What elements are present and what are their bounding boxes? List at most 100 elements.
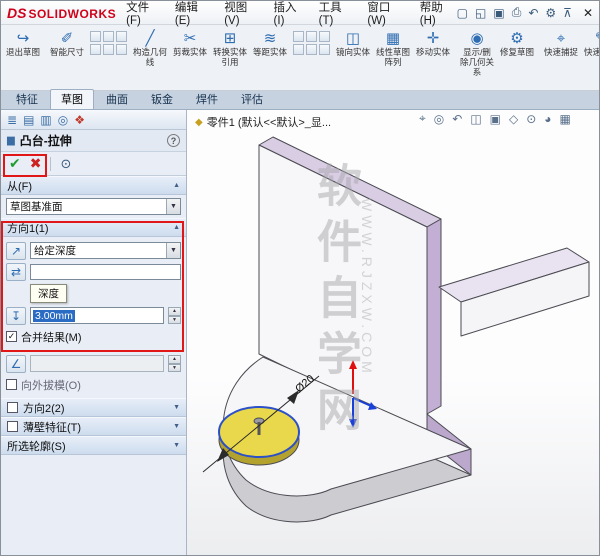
display-style-icon[interactable]: ◇ [509,112,518,126]
construction-geometry-button[interactable]: ╱ 构造几何线 [131,27,169,88]
spin-up-icon[interactable]: ▲ [168,355,181,364]
draft-outward-checkbox[interactable] [6,379,17,390]
end-condition-select[interactable]: 给定深度 ▼ [30,242,181,259]
ok-button[interactable]: ✔ [9,155,21,172]
tab-features[interactable]: 特征 [5,89,49,109]
view-orientation-icon[interactable]: ▣ [490,112,501,126]
menu-item-view[interactable]: 视图(V) [224,1,260,27]
sketch-tool-icon[interactable] [319,31,330,42]
direction2-checkbox[interactable] [7,402,18,413]
thin-feature-section-header[interactable]: 薄壁特征(T) ▼ [1,417,186,436]
sketch-tool-icon[interactable] [293,44,304,55]
spin-down-icon[interactable]: ▼ [168,363,181,372]
direction1-section-body: ↗ 给定深度 ▼ ⇄ 深度 ↧ 3.00mm ▲ ▼ ✓ 合并结果(M) [1,237,186,350]
linear-sketch-pattern-button[interactable]: ▦ 线性草图阵列 [374,27,412,88]
help-icon[interactable]: ? [167,134,180,147]
chevron-down-icon[interactable]: ▼ [166,199,180,214]
merge-result-checkbox[interactable]: ✓ [6,331,17,342]
exit-sketch-button[interactable]: ↪ 退出草图 [4,27,42,88]
chevron-down-icon: ▼ [173,404,180,411]
sketch-tool-icon[interactable] [319,44,330,55]
smart-dimension-button[interactable]: ✐ 智能尺寸 [48,27,86,88]
menu-item-help[interactable]: 帮助(H) [420,1,457,27]
direction2-section-header[interactable]: 方向2(2) ▼ [1,398,186,417]
move-entities-button[interactable]: ✛ 移动实体 [414,27,452,88]
menu-item-window[interactable]: 窗口(W) [367,1,406,27]
draft-icon[interactable]: ∠ [6,354,26,373]
direction1-section-header[interactable]: 方向1(1) ▲ [1,218,186,237]
from-section-header[interactable]: 从(F) ▲ [1,176,186,195]
zoom-fit-icon[interactable]: ⌖ [419,111,426,126]
open-icon[interactable]: ◱ [475,6,486,20]
offset-entities-button[interactable]: ≋ 等距实体 [251,27,289,88]
zoom-area-icon[interactable]: ◎ [434,112,444,126]
sketch-tool-icon[interactable] [306,44,317,55]
close-icon[interactable]: ✕ [583,6,593,20]
draft-outward-label: 向外拔模(O) [21,379,81,392]
selected-contours-section-header[interactable]: 所选轮廓(S) ▼ [1,436,186,455]
graphics-area[interactable]: Ø20 软件自学网 WWW.RJZXW.COM ⌖ ◎ ↶ ◫ ▣ ◇ ⊙ ◕ … [187,110,599,556]
menu-item-edit[interactable]: 编辑(E) [175,1,211,27]
tab-surfaces[interactable]: 曲面 [95,89,139,109]
reverse-direction-icon[interactable]: ⇄ [6,262,26,281]
previous-view-icon[interactable]: ↶ [452,112,462,126]
titlebar: DS SOLIDWORKS 文件(F) 编辑(E) 视图(V) 插入(I) 工具… [1,1,599,27]
tab-weldments[interactable]: 焊件 [185,89,229,109]
pin-icon[interactable]: ⊼ [563,6,572,20]
cancel-button[interactable]: ✖ [30,155,42,172]
repair-sketch-button[interactable]: ⚙ 修复草图 [498,27,536,88]
tab-sheet-metal[interactable]: 钣金 [140,89,184,109]
plate-right-face[interactable] [426,218,442,415]
configuration-tab-icon[interactable]: ▥ [40,113,51,127]
appearances-tab-icon[interactable]: ❖ [74,113,85,127]
appearance-icon[interactable]: ◕ [544,112,551,126]
dimxpert-tab-icon[interactable]: ◎ [58,113,68,127]
commandmanager-tabs: 特征 草图 曲面 钣金 焊件 评估 [1,89,599,110]
options-gear-icon[interactable]: ⚙ [545,6,556,20]
rapid-sketch-button[interactable]: ✎ 快速草图 [582,27,599,88]
menu-item-tools[interactable]: 工具(T) [319,1,355,27]
sketch-entities-grid [88,27,129,88]
featuremanager-tab-icon[interactable]: ≣ [7,113,17,127]
depth-input[interactable]: 3.00mm [30,307,164,324]
direction-arrow-icon[interactable]: ↗ [6,241,26,260]
spin-up-icon[interactable]: ▲ [168,307,181,316]
start-condition-select[interactable]: 草图基准面 ▼ [6,198,181,215]
sketch-entity-icon[interactable] [90,44,101,55]
sketch-tool-icon[interactable] [293,31,304,42]
sketch-entity-icon[interactable] [90,31,101,42]
flyout-tree-item[interactable]: ◆ 零件1 (默认<<默认>_显... [195,114,331,130]
sketch-entity-icon[interactable] [116,31,127,42]
menu-item-insert[interactable]: 插入(I) [274,1,306,27]
spin-down-icon[interactable]: ▼ [168,315,181,324]
quick-snaps-icon: ⌖ [556,30,566,47]
undo-icon[interactable]: ↶ [528,6,538,20]
propertymanager-tab-icon[interactable]: ▤ [23,113,34,127]
mirror-entities-button[interactable]: ◫ 镜向实体 [334,27,372,88]
direction-reference-box[interactable] [30,263,181,280]
section-view-icon[interactable]: ◫ [470,112,481,126]
display-delete-relations-button[interactable]: ◉ 显示/删除几何关系 [458,27,496,88]
draft-angle-input[interactable] [30,355,164,372]
convert-entities-button[interactable]: ⊞ 转换实体引用 [211,27,249,88]
hide-show-items-icon[interactable]: ⊙ [526,112,536,126]
sketch-tool-icon[interactable] [306,31,317,42]
menu-item-file[interactable]: 文件(F) [126,1,162,27]
merge-result-label: 合并结果(M) [21,331,82,344]
chevron-down-icon[interactable]: ▼ [166,243,180,258]
trim-entities-button[interactable]: ✂ 剪裁实体 [171,27,209,88]
preview-button[interactable]: ⊙ [60,156,71,172]
thin-feature-checkbox[interactable] [7,421,18,432]
tab-sketch[interactable]: 草图 [50,89,94,109]
new-document-icon[interactable]: ▢ [457,6,468,20]
sketch-entity-icon[interactable] [103,31,114,42]
print-icon[interactable]: ⎙ [512,5,522,20]
repair-sketch-icon: ⚙ [510,30,524,47]
model-canvas[interactable]: Ø20 [187,110,599,556]
save-icon[interactable]: ▣ [493,6,504,20]
quick-snaps-button[interactable]: ⌖ 快速捕捉 [542,27,580,88]
tab-evaluate[interactable]: 评估 [230,89,274,109]
sketch-entity-icon[interactable] [116,44,127,55]
sketch-entity-icon[interactable] [103,44,114,55]
scene-icon[interactable]: ▦ [560,112,571,126]
